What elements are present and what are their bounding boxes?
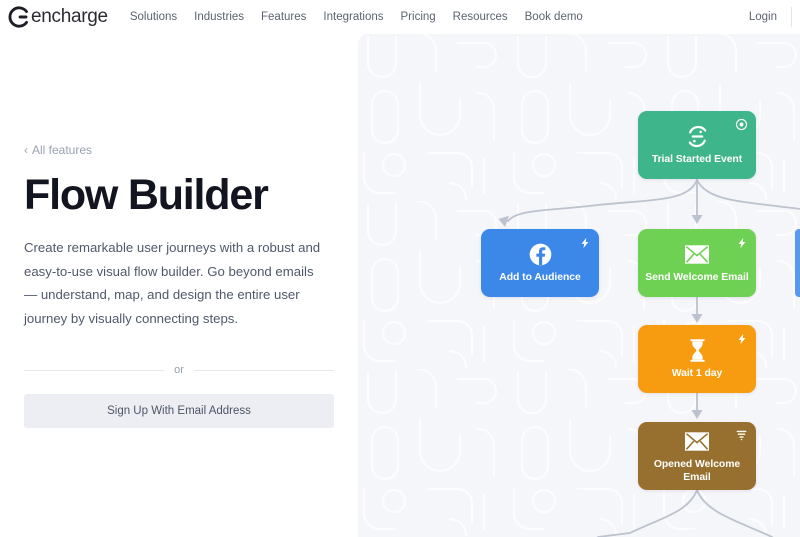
page-title: Flow Builder [24, 170, 269, 219]
flow-node-add-to-audience[interactable]: Add to Audience [481, 229, 599, 297]
page-root: encharge Solutions Industries Features I… [0, 0, 800, 537]
lightning-bolt-icon[interactable] [735, 332, 748, 345]
signup-with-email-button[interactable]: Sign Up With Email Address [24, 394, 334, 429]
login-link[interactable]: Login [749, 11, 777, 23]
flow-node-offscreen-right[interactable] [795, 229, 800, 297]
nav-link-integrations[interactable]: Integrations [323, 11, 383, 23]
all-features-label: All features [32, 142, 93, 157]
nav-link-resources[interactable]: Resources [453, 11, 508, 23]
brand-logo[interactable]: encharge [8, 6, 108, 28]
filter-funnel-icon[interactable] [735, 429, 748, 442]
encharge-c-logo-icon [8, 6, 30, 28]
flow-node-opened-welcome-email[interactable]: Opened Welcome Email [638, 422, 756, 490]
flow-node-label: Add to Audience [499, 272, 581, 284]
nav-link-features[interactable]: Features [261, 11, 306, 23]
envelope-icon [684, 241, 710, 267]
divider-line-right [193, 369, 334, 371]
divider-label: or [174, 364, 184, 377]
hero-section: ‹ All features Flow Builder Create remar… [0, 34, 358, 537]
top-navbar: encharge Solutions Industries Features I… [0, 0, 800, 34]
divider-line-left [24, 369, 165, 371]
flow-node-wait-1-day[interactable]: Wait 1 day [638, 325, 756, 393]
or-divider: or [24, 364, 334, 376]
lightning-bolt-icon[interactable] [735, 236, 748, 249]
envelope-icon [684, 428, 710, 454]
flow-node-label: Send Welcome Email [645, 272, 749, 284]
flow-canvas[interactable]: Trial Started Event Add to Audience Send… [358, 33, 800, 537]
segment-event-icon [684, 123, 710, 149]
flow-node-trial-started-event[interactable]: Trial Started Event [638, 111, 756, 179]
all-features-backlink[interactable]: ‹ All features [24, 143, 334, 157]
nav-right-group: Login [749, 7, 800, 27]
nav-link-book-demo[interactable]: Book demo [525, 11, 583, 23]
nav-links: Solutions Industries Features Integratio… [130, 11, 583, 23]
nav-link-solutions[interactable]: Solutions [130, 11, 177, 23]
lightning-bolt-icon[interactable] [578, 236, 591, 249]
chevron-left-icon: ‹ [24, 142, 28, 157]
hero-description: Create remarkable user journeys with a r… [24, 240, 321, 326]
nav-link-pricing[interactable]: Pricing [401, 11, 436, 23]
nav-link-industries[interactable]: Industries [194, 11, 244, 23]
nav-divider [791, 7, 792, 27]
facebook-icon [527, 241, 553, 267]
flow-node-label: Opened Welcome Email [653, 459, 741, 483]
brand-name: encharge [31, 6, 108, 27]
target-circle-icon[interactable] [735, 118, 748, 131]
flow-node-label: Wait 1 day [671, 368, 723, 380]
hourglass-icon [684, 337, 710, 363]
flow-node-label: Trial Started Event [651, 154, 743, 166]
flow-node-send-welcome-email[interactable]: Send Welcome Email [638, 229, 756, 297]
